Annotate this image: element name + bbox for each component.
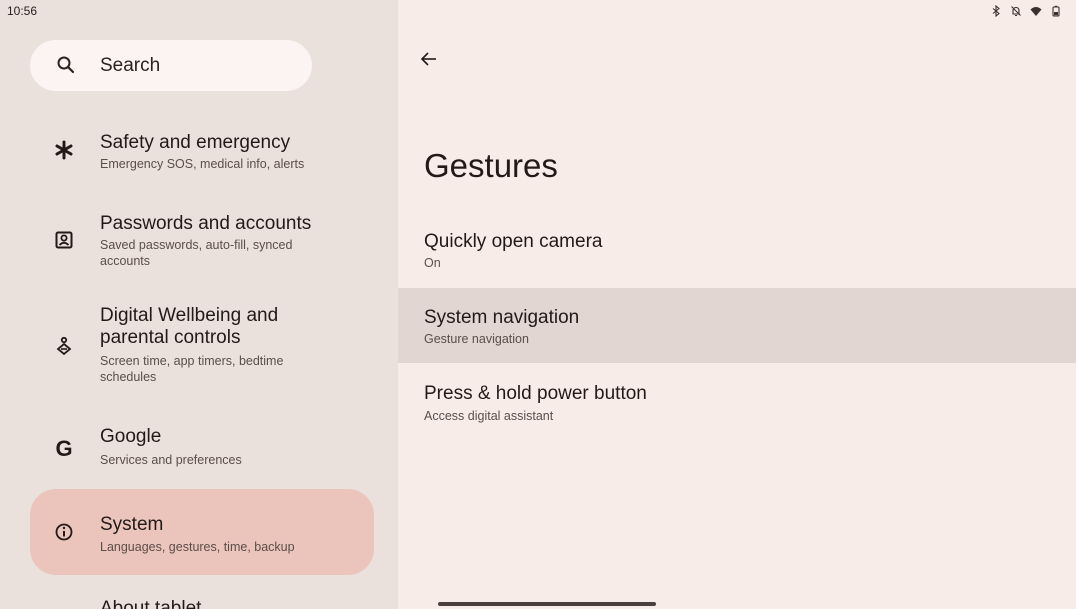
sidebar-item-about-tablet[interactable]: About tablet [30, 597, 374, 609]
gestures-page: Gestures Quickly open camera On System n… [398, 0, 1076, 609]
settings-sidebar: Search Safety and emergency Emergency SO… [0, 0, 398, 609]
sidebar-item-title: Digital Wellbeing and parental controls [100, 305, 279, 348]
sidebar-item-subtitle: Languages, gestures, time, backup [100, 540, 295, 554]
sidebar-item-subtitle: Screen time, app timers, bedtime schedul… [100, 354, 284, 384]
sidebar-item-title: About tablet [100, 598, 202, 609]
battery-icon [1052, 5, 1060, 17]
bluetooth-icon [992, 5, 1000, 17]
asterisk-icon [52, 138, 76, 162]
search-bar[interactable]: Search [30, 40, 312, 91]
pref-summary: Gesture navigation [424, 332, 529, 346]
sidebar-item-subtitle: Saved passwords, auto-fill, synced accou… [100, 238, 293, 268]
sidebar-item-title: Google [100, 426, 162, 447]
sidebar-item-system[interactable]: System Languages, gestures, time, backup [30, 489, 374, 575]
sidebar-item-google[interactable]: G Google Services and preferences [30, 420, 374, 476]
sidebar-item-wellbeing[interactable]: Digital Wellbeing and parental controls … [30, 300, 374, 390]
sidebar-item-title: Passwords and accounts [100, 213, 312, 234]
back-button[interactable] [416, 46, 442, 72]
wellbeing-icon [52, 334, 76, 358]
mute-icon [1011, 6, 1021, 17]
search-icon [57, 56, 75, 74]
home-indicator[interactable] [438, 602, 656, 606]
pref-summary: Access digital assistant [424, 409, 554, 423]
google-icon: G [55, 436, 73, 461]
pref-system-navigation[interactable]: System navigation Gesture navigation [398, 288, 1076, 363]
search-label: Search [100, 55, 161, 76]
pref-summary: On [424, 256, 441, 270]
sidebar-item-safety[interactable]: Safety and emergency Emergency SOS, medi… [30, 126, 374, 186]
page-title: Gestures [424, 147, 558, 184]
pref-title: Press & hold power button [424, 383, 647, 404]
status-icons [990, 5, 1062, 17]
pref-title: System navigation [424, 307, 580, 328]
sidebar-item-passwords[interactable]: Passwords and accounts Saved passwords, … [30, 208, 374, 274]
info-icon [52, 520, 76, 544]
pref-title: Quickly open camera [424, 231, 603, 252]
pref-press-hold-power-button[interactable]: Press & hold power button Access digital… [398, 365, 1076, 437]
wifi-icon [1030, 7, 1042, 16]
back-arrow-icon [420, 52, 436, 66]
account-box-icon [52, 228, 76, 252]
pref-quickly-open-camera[interactable]: Quickly open camera On [398, 214, 1076, 286]
sidebar-item-subtitle: Emergency SOS, medical info, alerts [100, 157, 305, 171]
status-time: 10:56 [7, 4, 38, 18]
sidebar-item-subtitle: Services and preferences [100, 453, 242, 467]
sidebar-item-title: System [100, 514, 164, 535]
sidebar-item-title: Safety and emergency [100, 132, 291, 153]
